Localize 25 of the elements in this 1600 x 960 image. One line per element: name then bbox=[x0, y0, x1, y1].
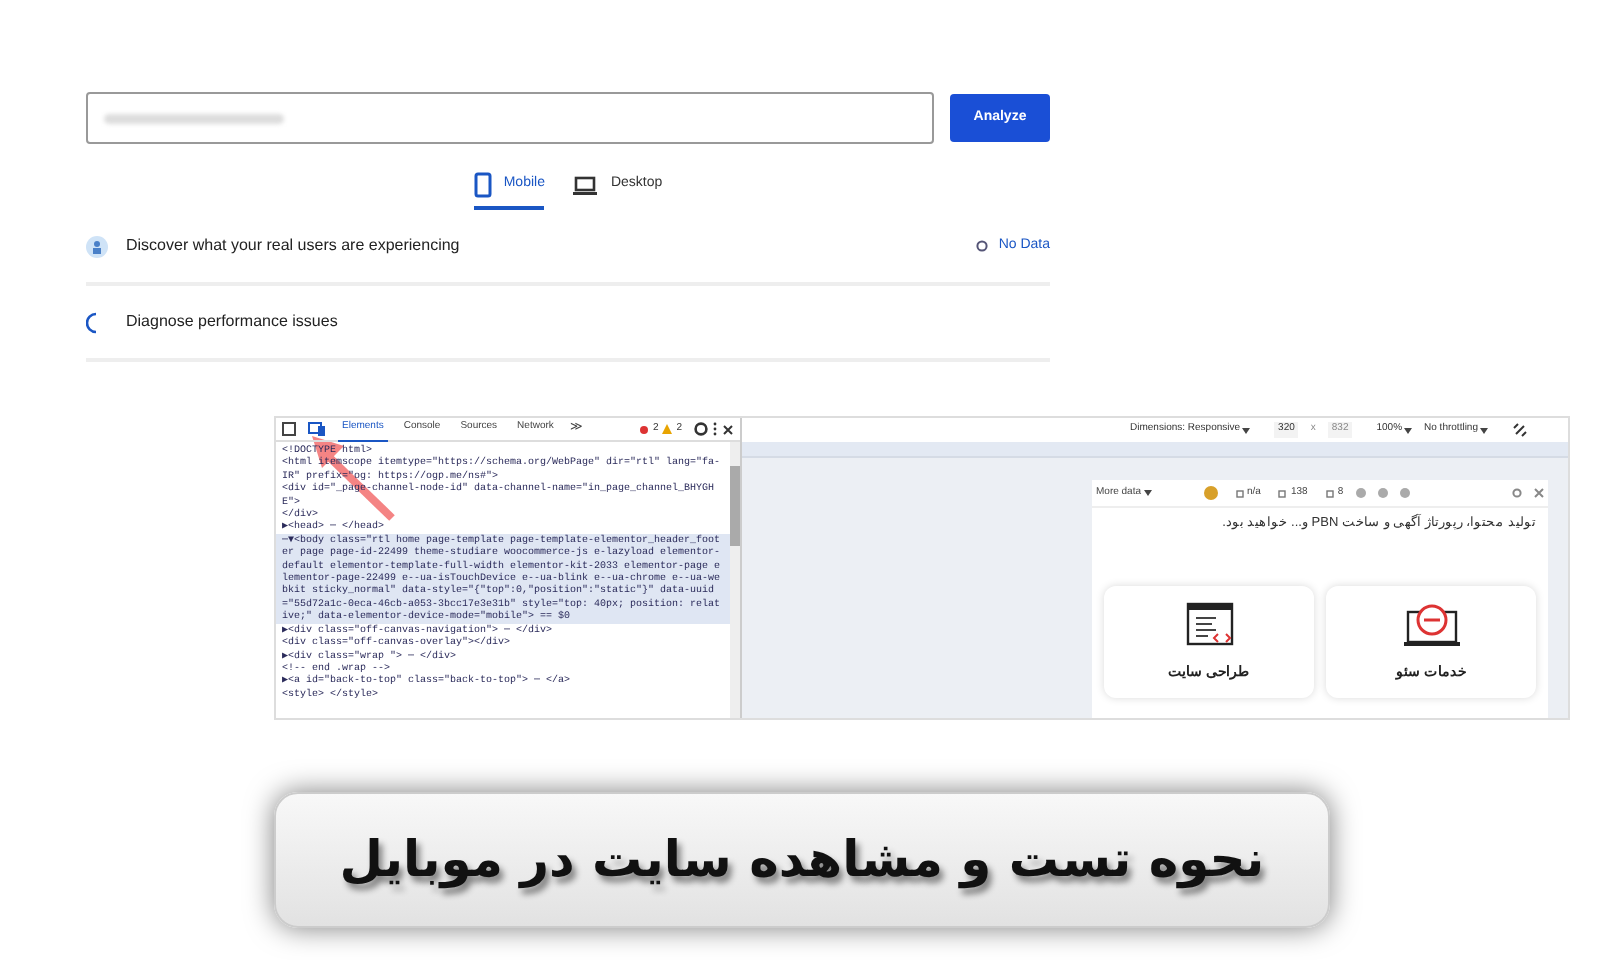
close-icon[interactable] bbox=[722, 423, 734, 435]
error-icon bbox=[640, 425, 649, 433]
settings-icon[interactable] bbox=[694, 422, 708, 436]
spinner-icon bbox=[86, 311, 98, 333]
code-window-icon bbox=[1183, 599, 1235, 651]
caret-icon bbox=[1143, 490, 1152, 496]
phone-icon bbox=[473, 172, 492, 198]
more-icon[interactable] bbox=[712, 422, 718, 436]
section-title: Diagnose performance issues bbox=[126, 310, 338, 334]
page-icon bbox=[1278, 489, 1287, 497]
caret-icon bbox=[1480, 427, 1488, 433]
section-title: Discover what your real users are experiencing bbox=[126, 234, 460, 258]
inspect-icon[interactable] bbox=[282, 422, 296, 436]
caret-icon bbox=[1242, 427, 1251, 433]
scrollbar[interactable] bbox=[730, 442, 740, 718]
extension-icon[interactable] bbox=[1203, 486, 1218, 500]
circle-icon bbox=[976, 240, 989, 252]
seo-laptop-icon bbox=[1401, 599, 1461, 651]
url-field[interactable] bbox=[86, 92, 934, 144]
device-toggle-icon[interactable] bbox=[308, 422, 326, 436]
users-icon bbox=[86, 235, 108, 257]
warning-icon bbox=[662, 424, 673, 434]
laptop-icon bbox=[572, 175, 599, 195]
banner-title: نحوه تست و مشاهده سایت در موبایل bbox=[339, 828, 1265, 893]
caret-icon bbox=[1404, 427, 1413, 433]
